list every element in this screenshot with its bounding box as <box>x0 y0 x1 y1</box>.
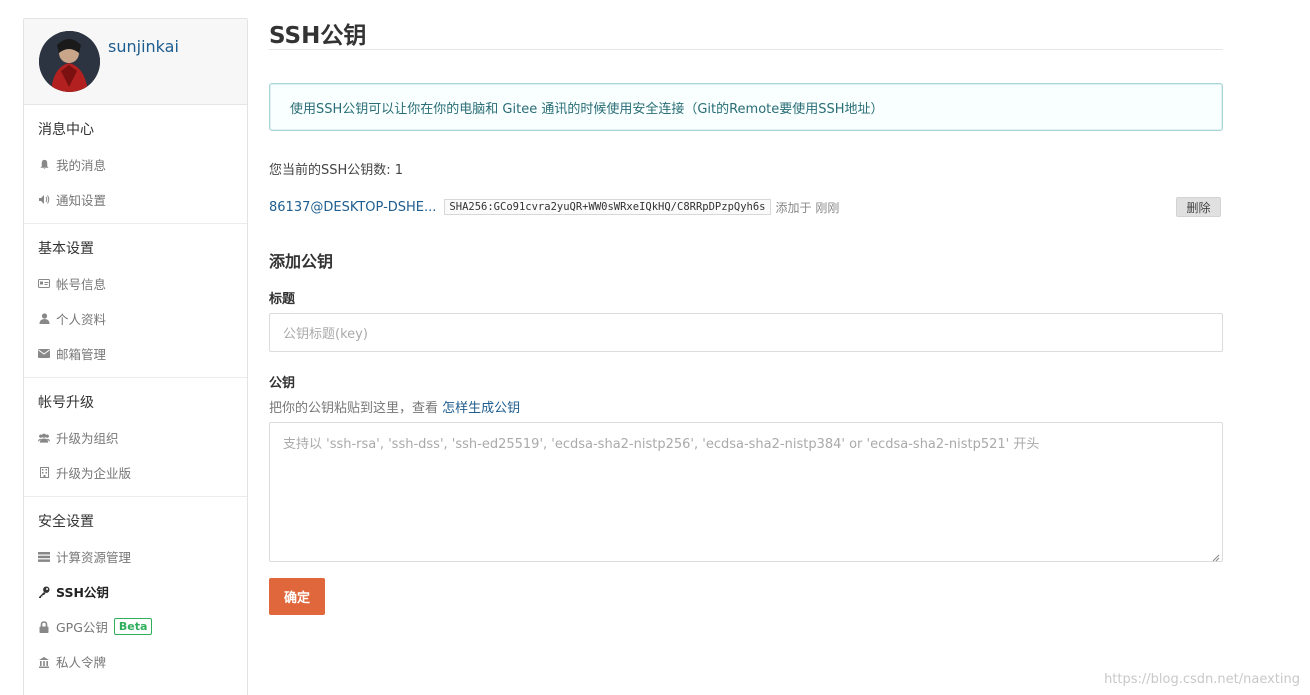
envelope-icon <box>38 348 50 360</box>
speaker-icon <box>38 194 50 206</box>
ssh-key-row: 86137@DESKTOP-DSHE... SHA256:GCo91cvra2y… <box>269 196 1223 218</box>
section-security-settings: 安全设置 计算资源管理 SSH公钥 GPG公钥 Beta 私人令牌 <box>24 497 247 685</box>
key-hint: 把你的公钥粘贴到这里，查看 怎样生成公钥 <box>269 397 1223 416</box>
sidebar-item-label: 我的消息 <box>56 158 107 173</box>
section-title: 基本设置 <box>38 241 94 257</box>
section-title: 帐号升级 <box>38 395 94 411</box>
sidebar-item-label: 邮箱管理 <box>56 347 107 362</box>
add-key-heading: 添加公钥 <box>269 252 334 271</box>
key-field-label: 公钥 <box>269 376 296 391</box>
info-message: 使用SSH公钥可以让你在你的电脑和 Gitee 通讯的时候使用安全连接（Git的… <box>269 83 1223 131</box>
ssh-key-fingerprint: SHA256:GCo91cvra2yuQR+WW0sWRxeIQkHQ/C8RR… <box>444 199 771 215</box>
id-card-icon <box>38 278 50 290</box>
page-title: SSH公钥 <box>269 16 1223 50</box>
user-icon <box>38 313 50 325</box>
sidebar-item-upgrade-organization[interactable]: 升级为组织 <box>24 420 247 455</box>
ssh-key-title-link[interactable]: 86137@DESKTOP-DSHE... <box>269 200 436 215</box>
section-account-upgrade: 帐号升级 升级为组织 升级为企业版 <box>24 378 247 497</box>
how-to-generate-key-link[interactable]: 怎样生成公钥 <box>442 401 520 416</box>
sidebar-item-upgrade-enterprise[interactable]: 升级为企业版 <box>24 455 247 490</box>
settings-sidebar: sunjinkai 消息中心 我的消息 通知设置 基本设置 帐号信息 个人资料 … <box>23 18 248 695</box>
public-key-textarea[interactable]: 支持以 'ssh-rsa', 'ssh-dss', 'ssh-ed25519',… <box>269 422 1223 562</box>
key-hint-text: 把你的公钥粘贴到这里，查看 <box>269 401 443 416</box>
main-content: SSH公钥 使用SSH公钥可以让你在你的电脑和 Gitee 通讯的时候使用安全连… <box>269 16 1223 615</box>
sidebar-item-label: 计算资源管理 <box>56 550 132 565</box>
section-basic-settings: 基本设置 帐号信息 个人资料 邮箱管理 <box>24 224 247 378</box>
sidebar-item-profile[interactable]: 个人资料 <box>24 301 247 336</box>
delete-key-button[interactable]: 删除 <box>1176 197 1221 217</box>
building-icon <box>38 467 50 479</box>
beta-badge: Beta <box>113 618 153 635</box>
key-title-input[interactable]: 公钥标题(key) <box>269 313 1223 352</box>
sidebar-item-label: 帐号信息 <box>56 277 107 292</box>
token-icon <box>38 656 50 668</box>
sidebar-item-label: 个人资料 <box>56 312 107 327</box>
username-link[interactable]: sunjinkai <box>108 37 179 56</box>
sidebar-item-ssh-keys[interactable]: SSH公钥 <box>24 574 247 609</box>
bell-icon <box>38 159 50 171</box>
lock-icon <box>38 620 50 633</box>
sidebar-item-label: 升级为企业版 <box>56 466 132 481</box>
section-title: 消息中心 <box>38 122 94 138</box>
sidebar-item-account-info[interactable]: 帐号信息 <box>24 266 247 301</box>
sidebar-item-email-management[interactable]: 邮箱管理 <box>24 336 247 371</box>
avatar[interactable] <box>39 31 100 92</box>
sidebar-item-notification-settings[interactable]: 通知设置 <box>24 182 247 217</box>
submit-button[interactable]: 确定 <box>269 578 325 615</box>
sidebar-item-label: 私人令牌 <box>56 655 107 670</box>
sidebar-item-label: 通知设置 <box>56 193 107 208</box>
ssh-key-count: 您当前的SSH公钥数: 1 <box>269 163 404 178</box>
key-icon <box>38 586 50 598</box>
sidebar-item-my-messages[interactable]: 我的消息 <box>24 147 247 182</box>
sidebar-item-label: 升级为组织 <box>56 431 119 446</box>
public-key-placeholder: 支持以 'ssh-rsa', 'ssh-dss', 'ssh-ed25519',… <box>283 437 1040 452</box>
section-message-center: 消息中心 我的消息 通知设置 <box>24 105 247 224</box>
profile-header: sunjinkai <box>24 19 247 105</box>
sidebar-item-gpg-keys[interactable]: GPG公钥 Beta <box>24 609 247 644</box>
resize-grip-icon[interactable] <box>1212 551 1220 562</box>
sidebar-item-label: SSH公钥 <box>56 585 109 600</box>
server-icon <box>38 551 50 563</box>
section-title: 安全设置 <box>38 514 94 530</box>
users-icon <box>38 432 50 444</box>
watermark: https://blog.csdn.net/naexting <box>1104 672 1300 687</box>
title-field-label: 标题 <box>269 292 296 307</box>
ssh-key-added-time: 添加于 刚刚 <box>775 200 840 215</box>
sidebar-item-compute-resources[interactable]: 计算资源管理 <box>24 539 247 574</box>
sidebar-item-private-tokens[interactable]: 私人令牌 <box>24 644 247 679</box>
sidebar-item-label: GPG公钥 <box>56 620 108 635</box>
